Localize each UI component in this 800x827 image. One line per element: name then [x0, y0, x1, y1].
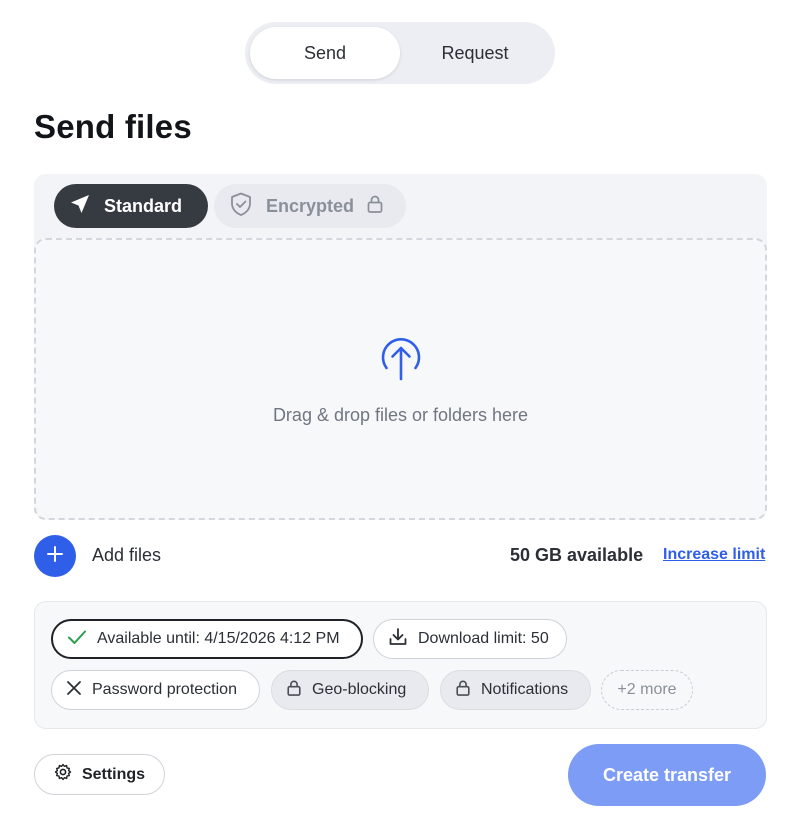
lock-icon: [286, 679, 302, 702]
storage-available: 50 GB available: [510, 545, 644, 565]
create-transfer-button[interactable]: Create transfer: [568, 744, 766, 806]
geo-blocking-chip[interactable]: Geo-blocking: [271, 670, 429, 710]
tab-standard-label: Standard: [104, 195, 183, 216]
upload-arrow-icon: [376, 334, 426, 387]
transfer-options-panel: Available until: 4/15/2026 4:12 PM Downl…: [34, 601, 767, 729]
available-until-label: Available until: 4/15/2026 4:12 PM: [97, 630, 340, 647]
download-icon: [388, 627, 408, 652]
download-limit-label: Download limit: 50: [418, 630, 549, 647]
send-request-toggle: Send Request: [245, 22, 555, 84]
check-icon: [67, 629, 87, 650]
settings-button[interactable]: Settings: [34, 754, 165, 795]
add-files-label[interactable]: Add files: [92, 545, 161, 566]
more-options-chip[interactable]: +2 more: [601, 670, 693, 710]
download-limit-chip[interactable]: Download limit: 50: [373, 619, 567, 659]
notifications-chip[interactable]: Notifications: [440, 670, 591, 710]
shield-check-icon: [228, 191, 254, 222]
close-icon: [66, 680, 82, 701]
increase-limit-link[interactable]: Increase limit: [663, 546, 765, 564]
tab-send[interactable]: Send: [250, 27, 400, 79]
gear-icon: [54, 763, 72, 786]
tab-encrypted-label: Encrypted: [266, 195, 355, 216]
more-options-label: +2 more: [617, 681, 677, 698]
add-files-button[interactable]: [34, 535, 76, 577]
tab-standard[interactable]: Standard: [54, 184, 208, 228]
send-plane-icon: [68, 192, 92, 221]
tab-encrypted[interactable]: Encrypted: [214, 184, 406, 228]
password-protection-label: Password protection: [92, 681, 237, 698]
lock-icon: [366, 194, 384, 219]
geo-blocking-label: Geo-blocking: [312, 681, 407, 698]
upload-panel: Standard Encrypted Drag & drop files or …: [34, 174, 767, 520]
transfer-type-tabs: Standard Encrypted: [54, 184, 406, 228]
page-title: Send files: [34, 108, 192, 145]
notifications-label: Notifications: [481, 681, 569, 698]
dropzone-text: Drag & drop files or folders here: [272, 405, 529, 425]
password-protection-chip[interactable]: Password protection: [51, 670, 260, 710]
lock-icon: [455, 679, 471, 702]
tab-request[interactable]: Request: [400, 27, 550, 79]
available-until-chip[interactable]: Available until: 4/15/2026 4:12 PM: [51, 619, 363, 659]
settings-label: Settings: [81, 765, 146, 783]
file-dropzone[interactable]: Drag & drop files or folders here: [34, 238, 767, 520]
plus-icon: [46, 545, 64, 568]
